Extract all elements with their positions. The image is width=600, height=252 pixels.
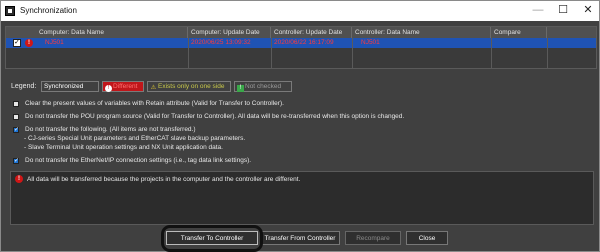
- column-divider: [547, 38, 548, 69]
- row-computer-data-name: NJ501: [45, 39, 64, 46]
- column-divider: [352, 38, 353, 69]
- option-checkbox[interactable]: [13, 114, 19, 120]
- minimize-button[interactable]: —: [527, 2, 549, 19]
- window-title: Synchronization: [20, 6, 77, 15]
- option-checkbox[interactable]: [13, 157, 19, 164]
- sub-item: - CJ-series Special Unit parameters and …: [24, 135, 246, 142]
- column-header-compare[interactable]: Compare: [491, 27, 547, 38]
- option-checkbox[interactable]: [13, 101, 19, 107]
- option-label: Do not transfer the following. (All item…: [25, 126, 196, 133]
- legend-one-side: ⚠ Exists only on one side: [147, 81, 231, 92]
- error-icon: !: [15, 175, 23, 183]
- column-divider: [188, 38, 189, 69]
- row-computer-update-date: 2020/06/25 13:09:32: [191, 39, 251, 46]
- legend-one-side-label: Exists only on one side: [158, 83, 225, 90]
- column-header-computer-data-name[interactable]: Computer: Data Name: [36, 27, 188, 38]
- row-checkbox[interactable]: ✓: [13, 39, 21, 47]
- close-button[interactable]: Close: [406, 231, 448, 245]
- message-box: ! All data will be transferred because t…: [10, 171, 594, 225]
- warning-icon: ⚠: [150, 85, 157, 91]
- column-divider: [491, 38, 492, 69]
- error-icon: !: [105, 85, 112, 92]
- column-divider: [271, 38, 272, 69]
- app-icon: [5, 6, 15, 16]
- sub-item: - Slave Terminal Unit operation settings…: [24, 144, 223, 151]
- close-window-button[interactable]: ✕: [577, 2, 599, 19]
- column-header-controller-update-date[interactable]: Controller: Update Date: [271, 27, 352, 38]
- column-header-controller-data-name[interactable]: Controller: Data Name: [352, 27, 491, 38]
- data-grid: Computer: Data Name Computer: Update Dat…: [5, 26, 597, 69]
- column-header-computer-update-date[interactable]: Computer: Update Date: [188, 27, 271, 38]
- legend-label: Legend:: [11, 83, 37, 90]
- row-compare: [491, 38, 547, 48]
- title-bar: Synchronization — ☐ ✕: [1, 1, 599, 21]
- row-different-icon: !: [25, 39, 33, 47]
- table-row[interactable]: ✓ ! NJ501 2020/06/25 13:09:32 2020/06/22…: [6, 38, 596, 48]
- row-controller-update-date: 2020/06/22 16:17:09: [274, 39, 334, 46]
- option-label: Clear the present values of variables wi…: [25, 100, 284, 107]
- grid-header: Computer: Data Name Computer: Update Dat…: [6, 27, 596, 38]
- legend-different: ! Different: [102, 81, 144, 92]
- transfer-from-controller-button[interactable]: Transfer From Controller: [260, 231, 340, 245]
- legend-not-checked-label: Not checked: [245, 83, 282, 90]
- row-controller-data-name: NJ501: [361, 39, 380, 46]
- option-label: Do not transfer the POU program source (…: [25, 113, 405, 120]
- legend-different-label: Different: [113, 83, 138, 90]
- maximize-button[interactable]: ☐: [552, 2, 574, 19]
- legend-synchronized-label: Synchronized: [44, 83, 84, 90]
- legend-synchronized: Synchronized: [41, 81, 99, 92]
- highlight-outline: [161, 225, 263, 252]
- synchronization-window: Synchronization — ☐ ✕ Computer: Data Nam…: [0, 0, 600, 252]
- message-text: All data will be transferred because the…: [27, 176, 301, 183]
- legend-not-checked: ! Not checked: [234, 81, 292, 92]
- recompare-button[interactable]: Recompare: [345, 231, 401, 245]
- not-checked-icon: !: [237, 85, 244, 92]
- option-checkbox[interactable]: [13, 126, 19, 133]
- option-label: Do not transfer the EtherNet/IP connecti…: [25, 157, 252, 164]
